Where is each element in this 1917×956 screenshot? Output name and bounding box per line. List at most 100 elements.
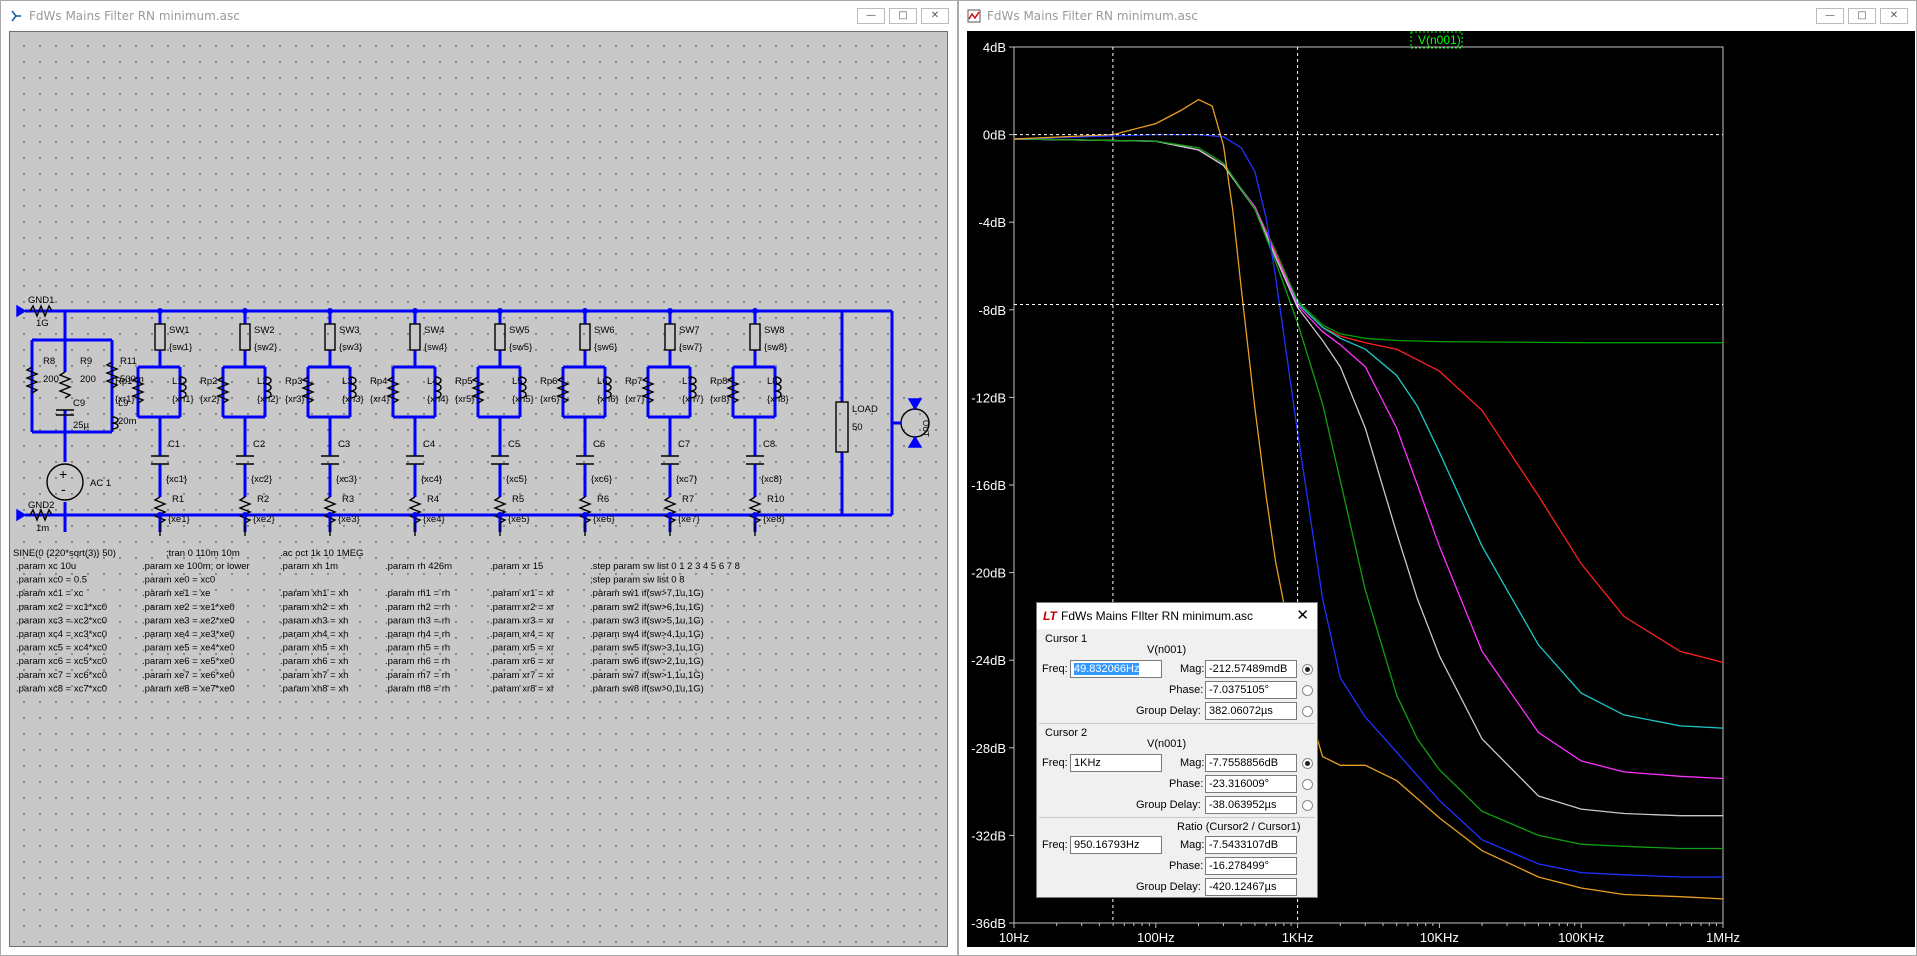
gnd2-value: 1m: [36, 523, 49, 534]
filter-branch[interactable]: SW3 {sw3} Rp3 {xr3} L3 {xh3} C3 {xc3} R3 {xe3}: [285, 308, 364, 536]
param-directive: .param xe3 = xe2*xe0: [142, 615, 235, 626]
ratio-gd-field[interactable]: -420.12467µs: [1205, 878, 1297, 896]
cursor2-phase-radio[interactable]: [1302, 779, 1313, 790]
branch-rp-label: Rp2: [200, 376, 217, 387]
param-directive: .param xe6 = xe5*xe0: [142, 656, 235, 667]
dialog-title: FdWs Mains FIlter RN minimum.asc: [1061, 609, 1254, 623]
cursor-readout-dialog[interactable]: LT FdWs Mains FIlter RN minimum.asc ✕ Cu…: [1036, 602, 1318, 898]
dialog-titlebar[interactable]: LT FdWs Mains FIlter RN minimum.asc ✕: [1037, 603, 1317, 629]
ratio-mag-label: Mag:: [1180, 839, 1205, 851]
c9-label: C9: [73, 398, 85, 409]
schematic-minimize-button[interactable]: —: [857, 8, 885, 24]
param-directive: .param sw5 if(sw>3,1u,1G): [590, 643, 704, 654]
schematic-app-icon: [11, 10, 21, 22]
param-directive: .param sw2 if(sw>6,1u,1G): [590, 602, 704, 613]
y-tick-label: 0dB: [983, 128, 1006, 143]
branch-c-label: C1: [168, 439, 180, 450]
cursor2-mag-radio[interactable]: [1302, 758, 1313, 769]
filter-branch[interactable]: SW5 {sw5} Rp5 {xr5} L5 {xh5} C5 {xc5} R5 {xe5}: [455, 308, 534, 536]
ratio-freq-field[interactable]: 950.16793Hz: [1070, 836, 1162, 854]
param-directive: .param xr1 = xr: [490, 588, 554, 599]
cursor1-gd-radio[interactable]: [1302, 706, 1313, 717]
cursor1-mag-radio[interactable]: [1302, 664, 1313, 675]
cursor1-mag-field[interactable]: -212.57489mdB: [1205, 660, 1297, 678]
branch-l-p-label: {xh8}: [767, 394, 789, 405]
branch-c-label: C7: [678, 439, 690, 450]
plot-maximize-button[interactable]: □: [1848, 8, 1876, 24]
branch-rp-p-label: {xr4}: [370, 394, 390, 405]
schematic-canvas[interactable]: + - GND1 1G GND2 1m R8 200 R9 200 C9 25µ…: [9, 31, 948, 947]
param-directive: .param xc1 = xc: [16, 588, 84, 599]
plot-titlebar[interactable]: FdWs Mains Filter RN minimum.asc — □ ✕: [959, 1, 1916, 31]
cursor1-gd-label: Group Delay:: [1136, 705, 1201, 717]
schematic-maximize-button[interactable]: □: [889, 8, 917, 24]
param-directive: .param xr2 = xr: [490, 602, 554, 613]
schematic-window[interactable]: FdWs Mains Filter RN minimum.asc — □ ✕ +…: [0, 0, 958, 956]
switch-resistor: [579, 323, 591, 351]
junction-dot: [752, 512, 758, 518]
cursor1-freq-field[interactable]: 49.832066Hz: [1070, 660, 1162, 678]
branch-sw-label: SW2: [254, 325, 275, 336]
schematic-close-button[interactable]: ✕: [921, 8, 949, 24]
branch-c-label: C5: [508, 439, 520, 450]
cursor1-gd-field[interactable]: 382.06072µs: [1205, 702, 1297, 720]
branch-l-label: L2: [257, 376, 268, 387]
param-directive: .param rh 426m: [385, 561, 452, 572]
branch-c-p-label: {xc8}: [761, 474, 782, 485]
filter-branch[interactable]: SW6 {sw6} Rp6 {xr6} L6 {xh6} C6 {xc6} R6 {xe6}: [540, 308, 619, 536]
y-tick-label: -8dB: [979, 303, 1006, 318]
branch-sw-p-label: {sw7}: [679, 342, 702, 353]
branch-r-label: R2: [257, 494, 269, 505]
branch-c-p-label: {xc4}: [421, 474, 442, 485]
x-tick-label: 10KHz: [1420, 930, 1459, 945]
branch-l-label: L7: [682, 376, 693, 387]
param-directive: .param xc0 = 0.5: [16, 575, 87, 586]
plot-minimize-button[interactable]: —: [1816, 8, 1844, 24]
schematic-drawing[interactable]: + - GND1 1G GND2 1m R8 200 R9 200 C9 25µ…: [10, 32, 947, 946]
branch-r-label: R10: [767, 494, 784, 505]
r9-value: 200: [80, 374, 96, 385]
branch-rp-label: Rp6: [540, 376, 557, 387]
branch-rp-p-label: {xr2}: [200, 394, 220, 405]
cursor2-gd-radio[interactable]: [1302, 800, 1313, 811]
filter-branch[interactable]: SW4 {sw4} Rp4 {xr4} L4 {xh4} C4 {xc4} R4 {xe4}: [370, 308, 449, 536]
series-line: [1013, 138, 1723, 344]
filter-branch[interactable]: SW8 {sw8} Rp8 {xr8} L8 {xh8} C8 {xc8} R10 {xe8}: [710, 308, 789, 536]
filter-branch[interactable]: SW7 {sw7} Rp7 {xr7} L7 {xh7} C7 {xc7} R7 {xe7}: [625, 308, 704, 536]
param-directive: .param xe4 = xe3*xe0: [142, 629, 235, 640]
branch-sw-p-label: {sw5}: [509, 342, 532, 353]
ratio-phase-label: Phase:: [1169, 860, 1204, 872]
trace-label-v-n001[interactable]: V(n001): [1418, 33, 1461, 47]
cursor2-gd-field[interactable]: -38.063952µs: [1205, 796, 1297, 814]
cursor2-phase-field[interactable]: -23.316009°: [1205, 775, 1297, 793]
cursor2-freq-field[interactable]: 1KHz: [1070, 754, 1162, 772]
param-directive: .param xr4 = xr: [490, 629, 554, 640]
dialog-close-button[interactable]: ✕: [1296, 603, 1309, 629]
branch-c-p-label: {xc2}: [251, 474, 272, 485]
branch-r-label: R3: [342, 494, 354, 505]
branch-rp-label: Rp4: [370, 376, 387, 387]
param-directive: .param xe0 = xc0: [142, 575, 215, 586]
junction-dot: [327, 308, 333, 314]
schematic-titlebar[interactable]: FdWs Mains Filter RN minimum.asc — □ ✕: [1, 1, 957, 31]
ratio-mag-field[interactable]: -7.5433107dB: [1205, 836, 1297, 854]
switch-resistor: [749, 323, 761, 351]
param-directive: .param sw8 if(sw>0,1u,1G): [590, 683, 704, 694]
cursor1-phase-radio[interactable]: [1302, 685, 1313, 696]
junction-dot: [582, 308, 588, 314]
branch-r-label: R7: [682, 494, 694, 505]
branch-r-p-label: {xe8}: [763, 514, 785, 525]
ratio-phase-field[interactable]: -16.278499°: [1205, 857, 1297, 875]
param-directive: .param rh8 = rh: [385, 683, 450, 694]
param-directive: .param rh4 = rh: [385, 629, 450, 640]
cursor1-heading: Cursor 1: [1045, 633, 1088, 645]
cursor2-mag-field[interactable]: -7.7558856dB: [1205, 754, 1297, 772]
cursor1-phase-field[interactable]: -7.0375105°: [1205, 681, 1297, 699]
junction-dot: [752, 308, 758, 314]
ratio-freq-label: Freq:: [1042, 839, 1068, 851]
filter-branch[interactable]: SW2 {sw2} Rp2 {xr2} L2 {xh2} C2 {xc2} R2 {xe2}: [200, 308, 279, 536]
branch-sw-label: SW4: [424, 325, 445, 336]
cursor1-mag-label: Mag:: [1180, 663, 1205, 675]
param-directive: .param xh4 = xh: [280, 629, 348, 640]
plot-close-button[interactable]: ✕: [1880, 8, 1908, 24]
